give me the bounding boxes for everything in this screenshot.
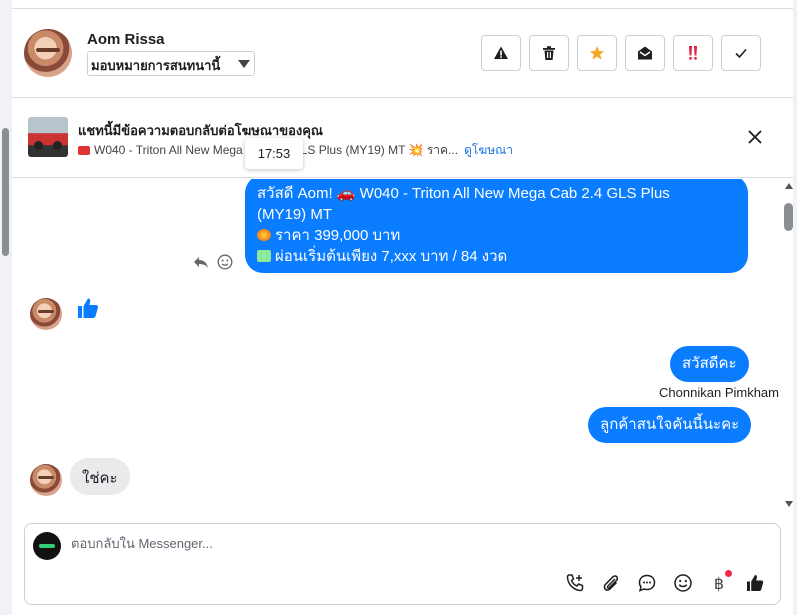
sender-name: Chonnikan Pimkham: [659, 385, 779, 400]
outgoing-message-bubble[interactable]: ลูกค้าสนใจคันนี้นะคะ: [588, 407, 752, 443]
mark-unread-button[interactable]: [625, 35, 665, 71]
ad-reply-banner: แชทนี้มีข้อความตอบกลับต่อโฆษณาของคุณ W04…: [12, 99, 793, 178]
assign-label: มอบหมายการสนทนานี้: [91, 58, 221, 73]
react-emoji-icon[interactable]: [217, 254, 233, 270]
baht-icon: ฿: [713, 573, 725, 593]
contact-name[interactable]: Aom Rissa: [87, 31, 165, 48]
contact-avatar-small[interactable]: [30, 464, 62, 496]
star-button[interactable]: [577, 35, 617, 71]
incoming-message-bubble[interactable]: ใช่คะ: [70, 458, 130, 495]
close-icon[interactable]: [747, 129, 763, 145]
payment-button[interactable]: ฿: [708, 570, 732, 594]
check-icon: [735, 48, 747, 59]
paperclip-icon: [603, 575, 619, 591]
phone-plus-icon: [566, 574, 584, 592]
mark-done-button[interactable]: [721, 35, 761, 71]
timestamp-tooltip: 17:53: [245, 138, 303, 169]
page-avatar: [33, 532, 61, 560]
money-icon: [257, 250, 271, 262]
ad-thumbnail[interactable]: [28, 117, 68, 157]
header-actions: [481, 35, 761, 71]
reply-icon[interactable]: [193, 254, 209, 270]
composer-tools: ฿: [564, 570, 766, 594]
trash-icon: [543, 46, 555, 60]
follow-up-button[interactable]: [673, 35, 713, 71]
thumbs-up-icon: [747, 575, 764, 591]
scroll-thumb[interactable]: [784, 203, 793, 231]
outgoing-message-bubble[interactable]: สวัสดี Aom! 🚗 W040 - Triton All New Mega…: [245, 179, 748, 273]
smiley-icon: [674, 574, 692, 592]
attach-button[interactable]: [600, 572, 622, 594]
contact-avatar-small[interactable]: [30, 298, 62, 330]
message-thread[interactable]: สวัสดี Aom! 🚗 W040 - Triton All New Mega…: [12, 179, 793, 513]
scroll-up-arrow[interactable]: [785, 183, 793, 189]
chat-bubble-icon: [638, 574, 656, 592]
star-icon: [589, 46, 605, 60]
left-scroll-thumb[interactable]: [2, 128, 9, 256]
thumbs-up-icon: [78, 298, 98, 318]
car-icon: [78, 146, 90, 155]
report-spam-button[interactable]: [481, 35, 521, 71]
thread-scrollbar[interactable]: [781, 179, 797, 513]
delete-button[interactable]: [529, 35, 569, 71]
message-line: ผ่อนเริ่มต้นเพียง 7,xxx บาท / 84 งวด: [275, 248, 508, 265]
left-scroll-rail[interactable]: [0, 0, 12, 615]
chevron-down-icon: [238, 60, 250, 68]
exclamation-icon: [689, 46, 697, 60]
message-line: สวัสดี Aom! 🚗 W040 - Triton All New Mega…: [257, 185, 670, 202]
contact-avatar[interactable]: [24, 29, 72, 77]
emoji-button[interactable]: [672, 572, 694, 594]
call-button[interactable]: [564, 572, 586, 594]
message-composer: ฿: [24, 523, 781, 605]
view-ad-link[interactable]: ดูโฆษณา: [464, 143, 513, 157]
scroll-down-arrow[interactable]: [785, 501, 793, 507]
message-line: ราคา 399,000 บาท: [275, 227, 401, 244]
outgoing-message-bubble[interactable]: สวัสดีคะ: [670, 346, 749, 382]
collision-icon: [257, 229, 271, 241]
send-like-button[interactable]: [744, 572, 766, 594]
envelope-open-icon: [638, 46, 652, 60]
notification-dot: [725, 570, 732, 577]
saved-replies-button[interactable]: [636, 572, 658, 594]
message-line: (MY19) MT: [257, 206, 332, 223]
assign-conversation-dropdown[interactable]: มอบหมายการสนทนานี้: [87, 51, 255, 76]
conversation-header: Aom Rissa มอบหมายการสนทนานี้: [12, 9, 793, 98]
warning-icon: [494, 46, 508, 59]
reply-input[interactable]: [71, 536, 671, 551]
